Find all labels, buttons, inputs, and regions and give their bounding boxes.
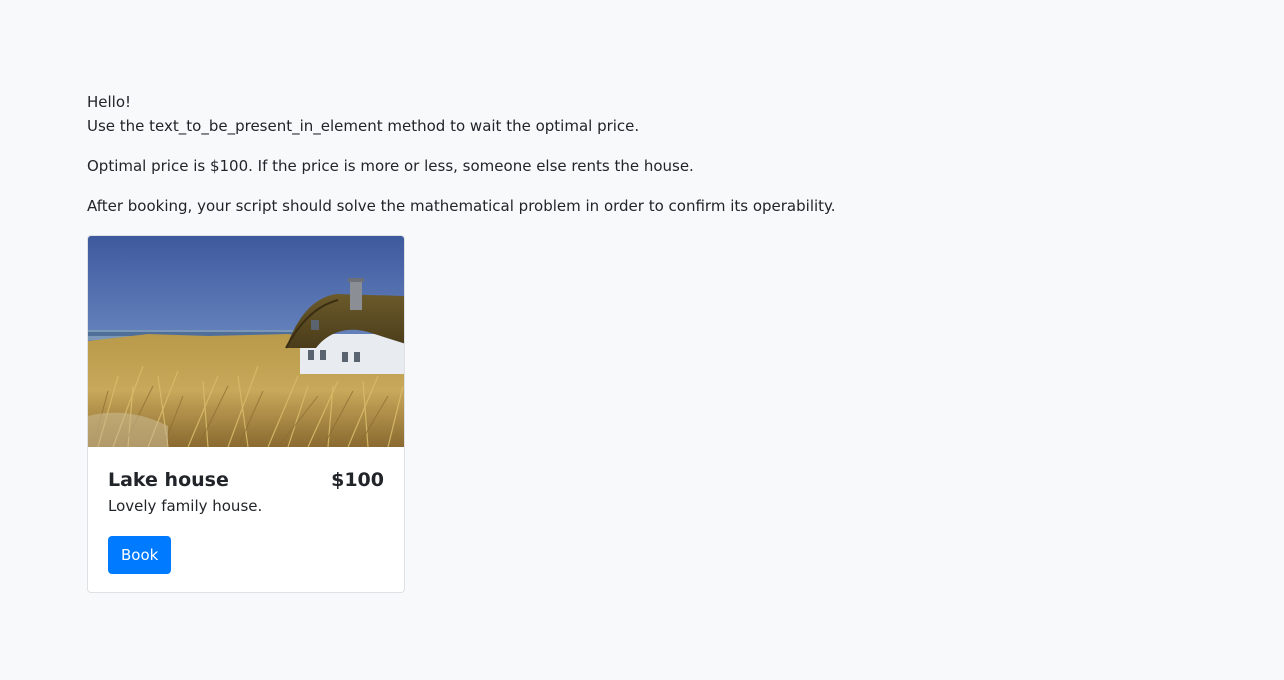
card-body: Lake house $100 Lovely family house. Boo… xyxy=(88,447,404,592)
house-card: Lake house $100 Lovely family house. Boo… xyxy=(87,235,405,593)
greeting-text: Hello! xyxy=(87,93,132,111)
card-header-row: Lake house $100 xyxy=(108,469,384,491)
card-description: Lovely family house. xyxy=(108,497,263,515)
intro-block: Hello! Use the text_to_be_present_in_ele… xyxy=(87,90,1187,138)
price-label: $100 xyxy=(331,469,384,491)
book-button[interactable]: Book xyxy=(108,536,172,574)
house-image xyxy=(88,236,404,447)
main-content: Hello! Use the text_to_be_present_in_ele… xyxy=(87,90,1187,593)
card-title: Lake house xyxy=(108,469,229,491)
instruction-text: Use the text_to_be_present_in_element me… xyxy=(87,117,640,135)
booking-note: After booking, your script should solve … xyxy=(87,197,836,215)
price-note: Optimal price is $100. If the price is m… xyxy=(87,157,694,175)
